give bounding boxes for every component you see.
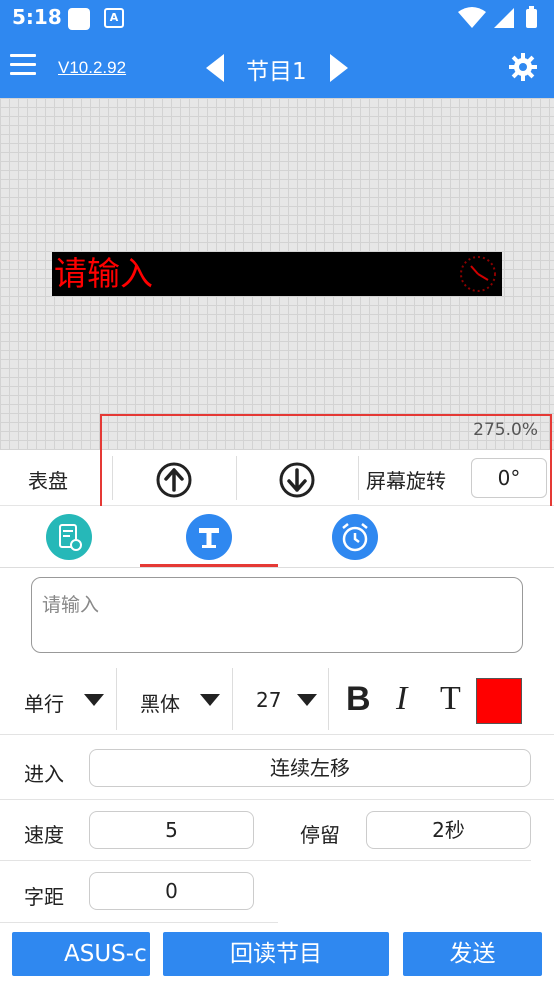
document-settings-icon	[46, 514, 92, 560]
read-back-program-button[interactable]: 回读节目	[163, 932, 389, 976]
toolbar: 表盘 屏幕旋转 0°	[0, 450, 554, 506]
clock-icon	[460, 256, 496, 292]
tab-document-settings[interactable]	[46, 514, 92, 560]
program-title: 节目1	[246, 59, 307, 85]
stay-duration-field[interactable]: 2秒	[366, 811, 531, 849]
chevron-down-icon[interactable]	[84, 694, 104, 706]
app-bar: V10.2.92 节目1	[0, 36, 554, 98]
enter-effect-label: 进入	[24, 762, 64, 786]
divider	[232, 668, 233, 730]
preview-canvas[interactable]: 请输入 275.0%	[0, 98, 554, 450]
version-link[interactable]: V10.2.92	[58, 58, 126, 78]
text-color-swatch[interactable]	[476, 678, 522, 724]
battery-icon	[526, 9, 537, 28]
arrow-down-circle-icon[interactable]	[279, 462, 315, 498]
divider	[112, 456, 113, 500]
content-text-input[interactable]: 请输入	[31, 577, 523, 653]
dial-button[interactable]: 表盘	[28, 465, 68, 494]
font-size-select[interactable]: 27	[256, 688, 281, 712]
alarm-clock-icon	[332, 514, 378, 560]
tab-text[interactable]	[186, 514, 232, 560]
chevron-right-icon[interactable]	[328, 54, 350, 82]
screen-rotate-label: 屏幕旋转	[366, 469, 446, 493]
line-mode-select[interactable]: 单行	[24, 688, 64, 717]
divider	[358, 456, 359, 500]
signal-icon	[494, 8, 514, 28]
notification-square-icon	[68, 8, 90, 30]
status-time: 5:18	[12, 5, 62, 29]
speed-label: 速度	[24, 823, 64, 847]
divider	[0, 734, 554, 735]
spacing-label: 字距	[24, 885, 64, 909]
led-screen-preview[interactable]: 请输入	[52, 252, 502, 296]
stay-label: 停留	[300, 823, 340, 847]
chevron-down-icon[interactable]	[297, 694, 317, 706]
speed-field[interactable]: 5	[89, 811, 254, 849]
arrow-up-circle-icon[interactable]	[156, 462, 192, 498]
font-settings-row: 单行 黑体 27 B I T	[0, 668, 554, 732]
divider	[328, 668, 329, 730]
text-style-button[interactable]: T	[440, 680, 461, 718]
status-icons	[458, 6, 537, 28]
divider	[0, 922, 278, 923]
led-screen-text: 请输入	[54, 254, 153, 293]
spacing-field[interactable]: 0	[89, 872, 254, 910]
device-select-button[interactable]: ASUS-c	[12, 932, 150, 976]
font-family-select[interactable]: 黑体	[140, 688, 180, 717]
chevron-down-icon[interactable]	[200, 694, 220, 706]
wifi-icon	[458, 7, 486, 28]
app-notification-icon: A	[104, 8, 124, 28]
rotate-angle-field[interactable]: 0°	[471, 458, 547, 498]
chevron-left-icon[interactable]	[204, 54, 226, 82]
status-bar: 5:18 A	[0, 0, 554, 36]
divider	[0, 860, 531, 861]
active-tab-indicator	[140, 564, 278, 567]
italic-button[interactable]: I	[396, 680, 407, 718]
send-button[interactable]: 发送	[403, 932, 542, 976]
zoom-level: 275.0%	[473, 420, 538, 440]
divider	[116, 668, 117, 730]
enter-effect-select[interactable]: 连续左移	[89, 749, 531, 787]
tab-alarm-clock[interactable]	[332, 514, 378, 560]
text-icon	[186, 514, 232, 560]
divider	[236, 456, 237, 500]
tab-bar	[0, 506, 554, 568]
menu-icon[interactable]	[10, 54, 38, 78]
gear-icon[interactable]	[508, 52, 538, 82]
divider	[0, 799, 554, 800]
bold-button[interactable]: B	[346, 680, 371, 719]
